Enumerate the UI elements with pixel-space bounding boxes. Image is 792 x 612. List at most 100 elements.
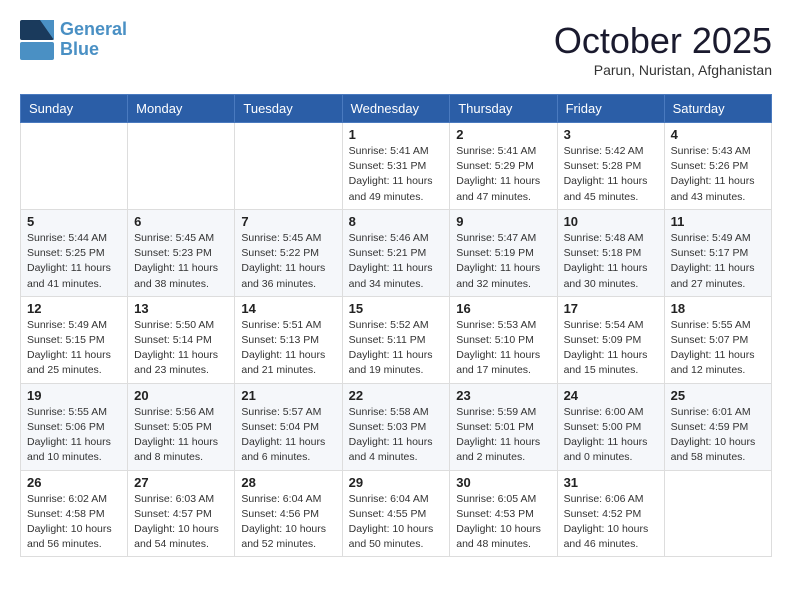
day-info: Sunrise: 5:54 AM Sunset: 5:09 PM Dayligh… (564, 318, 658, 379)
day-number: 13 (134, 301, 228, 316)
calendar-cell: 23Sunrise: 5:59 AM Sunset: 5:01 PM Dayli… (450, 383, 557, 470)
calendar-cell: 1 Sunrise: 5:41 AM Sunset: 5:31 PM Daylig… (342, 123, 450, 210)
week-row-3: 12 Sunrise: 5:49 AM Sunset: 5:15 PM Dayli… (21, 296, 772, 383)
weekday-header-saturday: Saturday (664, 95, 771, 123)
weekday-header-tuesday: Tuesday (235, 95, 342, 123)
day-number: 1 (349, 127, 444, 142)
week-row-5: 26 Sunrise: 6:02 AM Sunset: 4:58 PM Dayli… (21, 470, 772, 557)
calendar-cell: 28 Sunrise: 6:04 AM Sunset: 4:56 PM Dayli… (235, 470, 342, 557)
logo-icon (20, 20, 56, 60)
calendar-cell: 24Sunrise: 6:00 AM Sunset: 5:00 PM Dayli… (557, 383, 664, 470)
calendar-cell: 29 Sunrise: 6:04 AM Sunset: 4:55 PM Dayli… (342, 470, 450, 557)
day-number: 27 (134, 475, 228, 490)
calendar-cell: 2 Sunrise: 5:41 AM Sunset: 5:29 PM Daylig… (450, 123, 557, 210)
day-number: 20 (134, 388, 228, 403)
day-info: Sunrise: 6:06 AM Sunset: 4:52 PM Dayligh… (564, 492, 658, 553)
day-number: 31 (564, 475, 658, 490)
logo: General Blue (20, 20, 127, 60)
day-number: 29 (349, 475, 444, 490)
calendar-cell: 11 Sunrise: 5:49 AM Sunset: 5:17 PM Dayli… (664, 209, 771, 296)
day-number: 5 (27, 214, 121, 229)
weekday-header-thursday: Thursday (450, 95, 557, 123)
day-info: Sunrise: 5:55 AM Sunset: 5:06 PM Dayligh… (27, 405, 121, 466)
day-info: Sunrise: 5:59 AM Sunset: 5:01 PM Dayligh… (456, 405, 550, 466)
calendar-cell: 13 Sunrise: 5:50 AM Sunset: 5:14 PM Dayli… (128, 296, 235, 383)
day-info: Sunrise: 6:02 AM Sunset: 4:58 PM Dayligh… (27, 492, 121, 553)
calendar-table: SundayMondayTuesdayWednesdayThursdayFrid… (20, 94, 772, 557)
calendar-cell: 4 Sunrise: 5:43 AM Sunset: 5:26 PM Daylig… (664, 123, 771, 210)
day-info: Sunrise: 5:45 AM Sunset: 5:23 PM Dayligh… (134, 231, 228, 292)
day-info: Sunrise: 5:44 AM Sunset: 5:25 PM Dayligh… (27, 231, 121, 292)
day-info: Sunrise: 5:52 AM Sunset: 5:11 PM Dayligh… (349, 318, 444, 379)
day-info: Sunrise: 5:50 AM Sunset: 5:14 PM Dayligh… (134, 318, 228, 379)
day-number: 30 (456, 475, 550, 490)
day-number: 25 (671, 388, 765, 403)
calendar-cell (21, 123, 128, 210)
day-info: Sunrise: 5:55 AM Sunset: 5:07 PM Dayligh… (671, 318, 765, 379)
title-block: October 2025 Parun, Nuristan, Afghanista… (554, 20, 772, 78)
day-info: Sunrise: 5:51 AM Sunset: 5:13 PM Dayligh… (241, 318, 335, 379)
day-number: 22 (349, 388, 444, 403)
calendar-cell: 22Sunrise: 5:58 AM Sunset: 5:03 PM Dayli… (342, 383, 450, 470)
day-number: 19 (27, 388, 121, 403)
weekday-header-sunday: Sunday (21, 95, 128, 123)
calendar-cell: 6 Sunrise: 5:45 AM Sunset: 5:23 PM Daylig… (128, 209, 235, 296)
weekday-header-wednesday: Wednesday (342, 95, 450, 123)
weekday-header-monday: Monday (128, 95, 235, 123)
weekday-header-row: SundayMondayTuesdayWednesdayThursdayFrid… (21, 95, 772, 123)
calendar-cell: 20 Sunrise: 5:56 AM Sunset: 5:05 PM Dayli… (128, 383, 235, 470)
week-row-1: 1 Sunrise: 5:41 AM Sunset: 5:31 PM Daylig… (21, 123, 772, 210)
day-number: 3 (564, 127, 658, 142)
day-number: 15 (349, 301, 444, 316)
calendar-cell: 25 Sunrise: 6:01 AM Sunset: 4:59 PM Dayli… (664, 383, 771, 470)
day-info: Sunrise: 6:04 AM Sunset: 4:56 PM Dayligh… (241, 492, 335, 553)
calendar-cell: 5 Sunrise: 5:44 AM Sunset: 5:25 PM Daylig… (21, 209, 128, 296)
calendar-cell: 7Sunrise: 5:45 AM Sunset: 5:22 PM Daylig… (235, 209, 342, 296)
day-info: Sunrise: 5:48 AM Sunset: 5:18 PM Dayligh… (564, 231, 658, 292)
day-number: 6 (134, 214, 228, 229)
month-title: October 2025 (554, 20, 772, 62)
day-number: 12 (27, 301, 121, 316)
calendar-cell: 15 Sunrise: 5:52 AM Sunset: 5:11 PM Dayli… (342, 296, 450, 383)
day-info: Sunrise: 5:53 AM Sunset: 5:10 PM Dayligh… (456, 318, 550, 379)
day-info: Sunrise: 6:01 AM Sunset: 4:59 PM Dayligh… (671, 405, 765, 466)
day-number: 4 (671, 127, 765, 142)
day-info: Sunrise: 6:04 AM Sunset: 4:55 PM Dayligh… (349, 492, 444, 553)
day-info: Sunrise: 5:57 AM Sunset: 5:04 PM Dayligh… (241, 405, 335, 466)
day-info: Sunrise: 5:41 AM Sunset: 5:31 PM Dayligh… (349, 144, 444, 205)
day-info: Sunrise: 5:56 AM Sunset: 5:05 PM Dayligh… (134, 405, 228, 466)
day-number: 7 (241, 214, 335, 229)
day-info: Sunrise: 5:49 AM Sunset: 5:17 PM Dayligh… (671, 231, 765, 292)
logo-text: General (60, 20, 127, 40)
calendar-cell (235, 123, 342, 210)
weekday-header-friday: Friday (557, 95, 664, 123)
calendar-cell: 14 Sunrise: 5:51 AM Sunset: 5:13 PM Dayli… (235, 296, 342, 383)
day-info: Sunrise: 6:05 AM Sunset: 4:53 PM Dayligh… (456, 492, 550, 553)
calendar-cell: 19 Sunrise: 5:55 AM Sunset: 5:06 PM Dayli… (21, 383, 128, 470)
day-number: 26 (27, 475, 121, 490)
day-info: Sunrise: 5:43 AM Sunset: 5:26 PM Dayligh… (671, 144, 765, 205)
day-number: 28 (241, 475, 335, 490)
day-info: Sunrise: 6:03 AM Sunset: 4:57 PM Dayligh… (134, 492, 228, 553)
day-number: 14 (241, 301, 335, 316)
calendar-cell: 27 Sunrise: 6:03 AM Sunset: 4:57 PM Dayli… (128, 470, 235, 557)
day-number: 16 (456, 301, 550, 316)
day-number: 18 (671, 301, 765, 316)
day-info: Sunrise: 6:00 AM Sunset: 5:00 PM Dayligh… (564, 405, 658, 466)
calendar-cell: 30 Sunrise: 6:05 AM Sunset: 4:53 PM Dayli… (450, 470, 557, 557)
day-number: 11 (671, 214, 765, 229)
day-number: 10 (564, 214, 658, 229)
day-number: 17 (564, 301, 658, 316)
calendar-cell: 3Sunrise: 5:42 AM Sunset: 5:28 PM Daylig… (557, 123, 664, 210)
day-info: Sunrise: 5:49 AM Sunset: 5:15 PM Dayligh… (27, 318, 121, 379)
calendar-cell: 9Sunrise: 5:47 AM Sunset: 5:19 PM Daylig… (450, 209, 557, 296)
calendar-cell (664, 470, 771, 557)
calendar-cell: 12 Sunrise: 5:49 AM Sunset: 5:15 PM Dayli… (21, 296, 128, 383)
page-header: General Blue October 2025 Parun, Nurista… (20, 20, 772, 78)
calendar-cell: 8Sunrise: 5:46 AM Sunset: 5:21 PM Daylig… (342, 209, 450, 296)
day-number: 21 (241, 388, 335, 403)
calendar-cell: 21 Sunrise: 5:57 AM Sunset: 5:04 PM Dayli… (235, 383, 342, 470)
day-number: 2 (456, 127, 550, 142)
day-info: Sunrise: 5:41 AM Sunset: 5:29 PM Dayligh… (456, 144, 550, 205)
logo-subtext: Blue (60, 40, 127, 60)
